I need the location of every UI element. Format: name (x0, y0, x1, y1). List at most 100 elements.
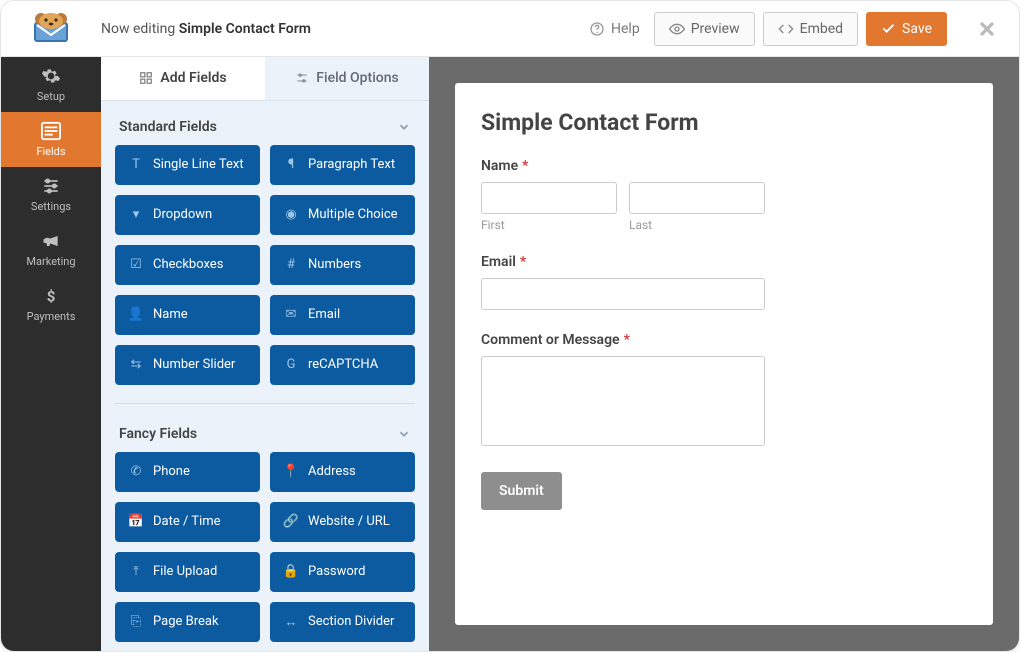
field-row-email[interactable]: Email* (481, 254, 967, 310)
close-button[interactable] (961, 1, 1013, 57)
label-name: Name* (481, 158, 967, 174)
required-asterisk: * (520, 254, 526, 270)
preview-stage: Simple Contact Form Name* First Last (429, 57, 1019, 651)
bullhorn-icon (41, 231, 61, 251)
divider (115, 403, 415, 404)
nav-marketing[interactable]: Marketing (1, 222, 101, 277)
check-icon (881, 21, 896, 36)
help-link[interactable]: Help (589, 21, 640, 37)
field-row-comment[interactable]: Comment or Message* (481, 332, 967, 450)
lock-icon: 🔒 (282, 564, 300, 579)
pagebreak-icon: ⎘ (127, 614, 145, 629)
user-icon: 👤 (127, 307, 145, 322)
help-label: Help (611, 21, 640, 37)
required-asterisk: * (522, 158, 528, 174)
code-icon (778, 21, 794, 37)
label-email: Email* (481, 254, 967, 270)
editing-form-name: Simple Contact Form (179, 21, 311, 37)
field-paragraph-text[interactable]: ¶Paragraph Text (270, 145, 415, 185)
check-icon: ☑ (127, 257, 145, 272)
field-number-slider[interactable]: ⇆Number Slider (115, 345, 260, 385)
field-page-break[interactable]: ⎘Page Break (115, 602, 260, 642)
radio-icon: ◉ (282, 207, 300, 222)
fields-panel: Add Fields Field Options Standard Fields… (101, 57, 429, 651)
field-single-line-text[interactable]: TSingle Line Text (115, 145, 260, 185)
nav-fields-label: Fields (36, 145, 65, 158)
label-comment: Comment or Message* (481, 332, 967, 348)
hash-icon: # (282, 257, 300, 272)
tab-field-options-label: Field Options (316, 70, 398, 86)
embed-label: Embed (800, 21, 843, 37)
nav-fields[interactable]: Fields (1, 112, 101, 167)
nav-payments-label: Payments (27, 310, 76, 323)
chevron-down-icon (397, 427, 411, 441)
field-numbers[interactable]: #Numbers (270, 245, 415, 285)
grid-icon (139, 71, 153, 85)
chevron-down-icon (397, 120, 411, 134)
panel-scroll[interactable]: Standard Fields TSingle Line Text ¶Parag… (101, 101, 429, 651)
field-row-name[interactable]: Name* First Last (481, 158, 967, 232)
gear-icon (41, 66, 61, 86)
preview-button[interactable]: Preview (654, 12, 755, 46)
builder-window: Now editing Simple Contact Form Help Pre… (0, 0, 1020, 652)
field-recaptcha[interactable]: GreCAPTCHA (270, 345, 415, 385)
field-email[interactable]: ✉Email (270, 295, 415, 335)
field-file-upload[interactable]: ⤒File Upload (115, 552, 260, 592)
recaptcha-icon: G (282, 357, 300, 372)
map-pin-icon: 📍 (282, 464, 300, 479)
group-fancy-fields[interactable]: Fancy Fields (115, 408, 415, 452)
nav-settings-label: Settings (31, 200, 71, 213)
slider-icon: ⇆ (127, 357, 145, 372)
form-icon (40, 121, 62, 141)
submit-label: Submit (499, 483, 544, 499)
field-password[interactable]: 🔒Password (270, 552, 415, 592)
group-fancy-title: Fancy Fields (119, 426, 197, 442)
editing-title: Now editing Simple Contact Form (101, 21, 311, 37)
envelope-icon: ✉ (282, 307, 300, 322)
submit-button[interactable]: Submit (481, 472, 562, 510)
svg-text:$: $ (47, 287, 56, 305)
caret-square-icon: ▾ (127, 207, 145, 222)
comment-textarea[interactable] (481, 356, 765, 446)
group-standard-fields[interactable]: Standard Fields (115, 101, 415, 145)
help-icon (589, 21, 605, 37)
nav-payments[interactable]: $ Payments (1, 277, 101, 332)
upload-icon: ⤒ (127, 564, 145, 579)
phone-icon: ✆ (127, 464, 145, 479)
tab-field-options[interactable]: Field Options (265, 57, 429, 100)
nav-setup[interactable]: Setup (1, 57, 101, 112)
field-name[interactable]: 👤Name (115, 295, 260, 335)
sublabel-first: First (481, 218, 617, 232)
paragraph-icon: ¶ (282, 157, 300, 172)
field-date-time[interactable]: 📅Date / Time (115, 502, 260, 542)
field-phone[interactable]: ✆Phone (115, 452, 260, 492)
editing-label: Now editing (101, 21, 175, 37)
eye-icon (669, 21, 685, 37)
field-dropdown[interactable]: ▾Dropdown (115, 195, 260, 235)
sidenav: Setup Fields Settings Marketing $ Paymen… (1, 57, 101, 651)
form-preview-title: Simple Contact Form (481, 109, 967, 136)
field-section-divider[interactable]: ↔Section Divider (270, 602, 415, 642)
tab-add-fields[interactable]: Add Fields (101, 57, 265, 100)
sublabel-last: Last (629, 218, 765, 232)
field-multiple-choice[interactable]: ◉Multiple Choice (270, 195, 415, 235)
preview-form: Simple Contact Form Name* First Last (455, 83, 993, 625)
first-name-input[interactable] (481, 182, 617, 214)
field-checkboxes[interactable]: ☑Checkboxes (115, 245, 260, 285)
dollar-icon: $ (42, 286, 60, 306)
fancy-fields-grid: ✆Phone 📍Address 📅Date / Time 🔗Website / … (115, 452, 415, 642)
panel-tabs: Add Fields Field Options (101, 57, 429, 101)
link-icon: 🔗 (282, 514, 300, 529)
tab-add-fields-label: Add Fields (160, 70, 226, 86)
save-button[interactable]: Save (866, 12, 947, 46)
nav-marketing-label: Marketing (26, 255, 75, 268)
last-name-input[interactable] (629, 182, 765, 214)
save-label: Save (902, 21, 932, 37)
preview-label: Preview (691, 21, 740, 37)
field-address[interactable]: 📍Address (270, 452, 415, 492)
field-website-url[interactable]: 🔗Website / URL (270, 502, 415, 542)
email-input[interactable] (481, 278, 765, 310)
sliders-icon (295, 71, 309, 85)
embed-button[interactable]: Embed (763, 12, 858, 46)
nav-settings[interactable]: Settings (1, 167, 101, 222)
